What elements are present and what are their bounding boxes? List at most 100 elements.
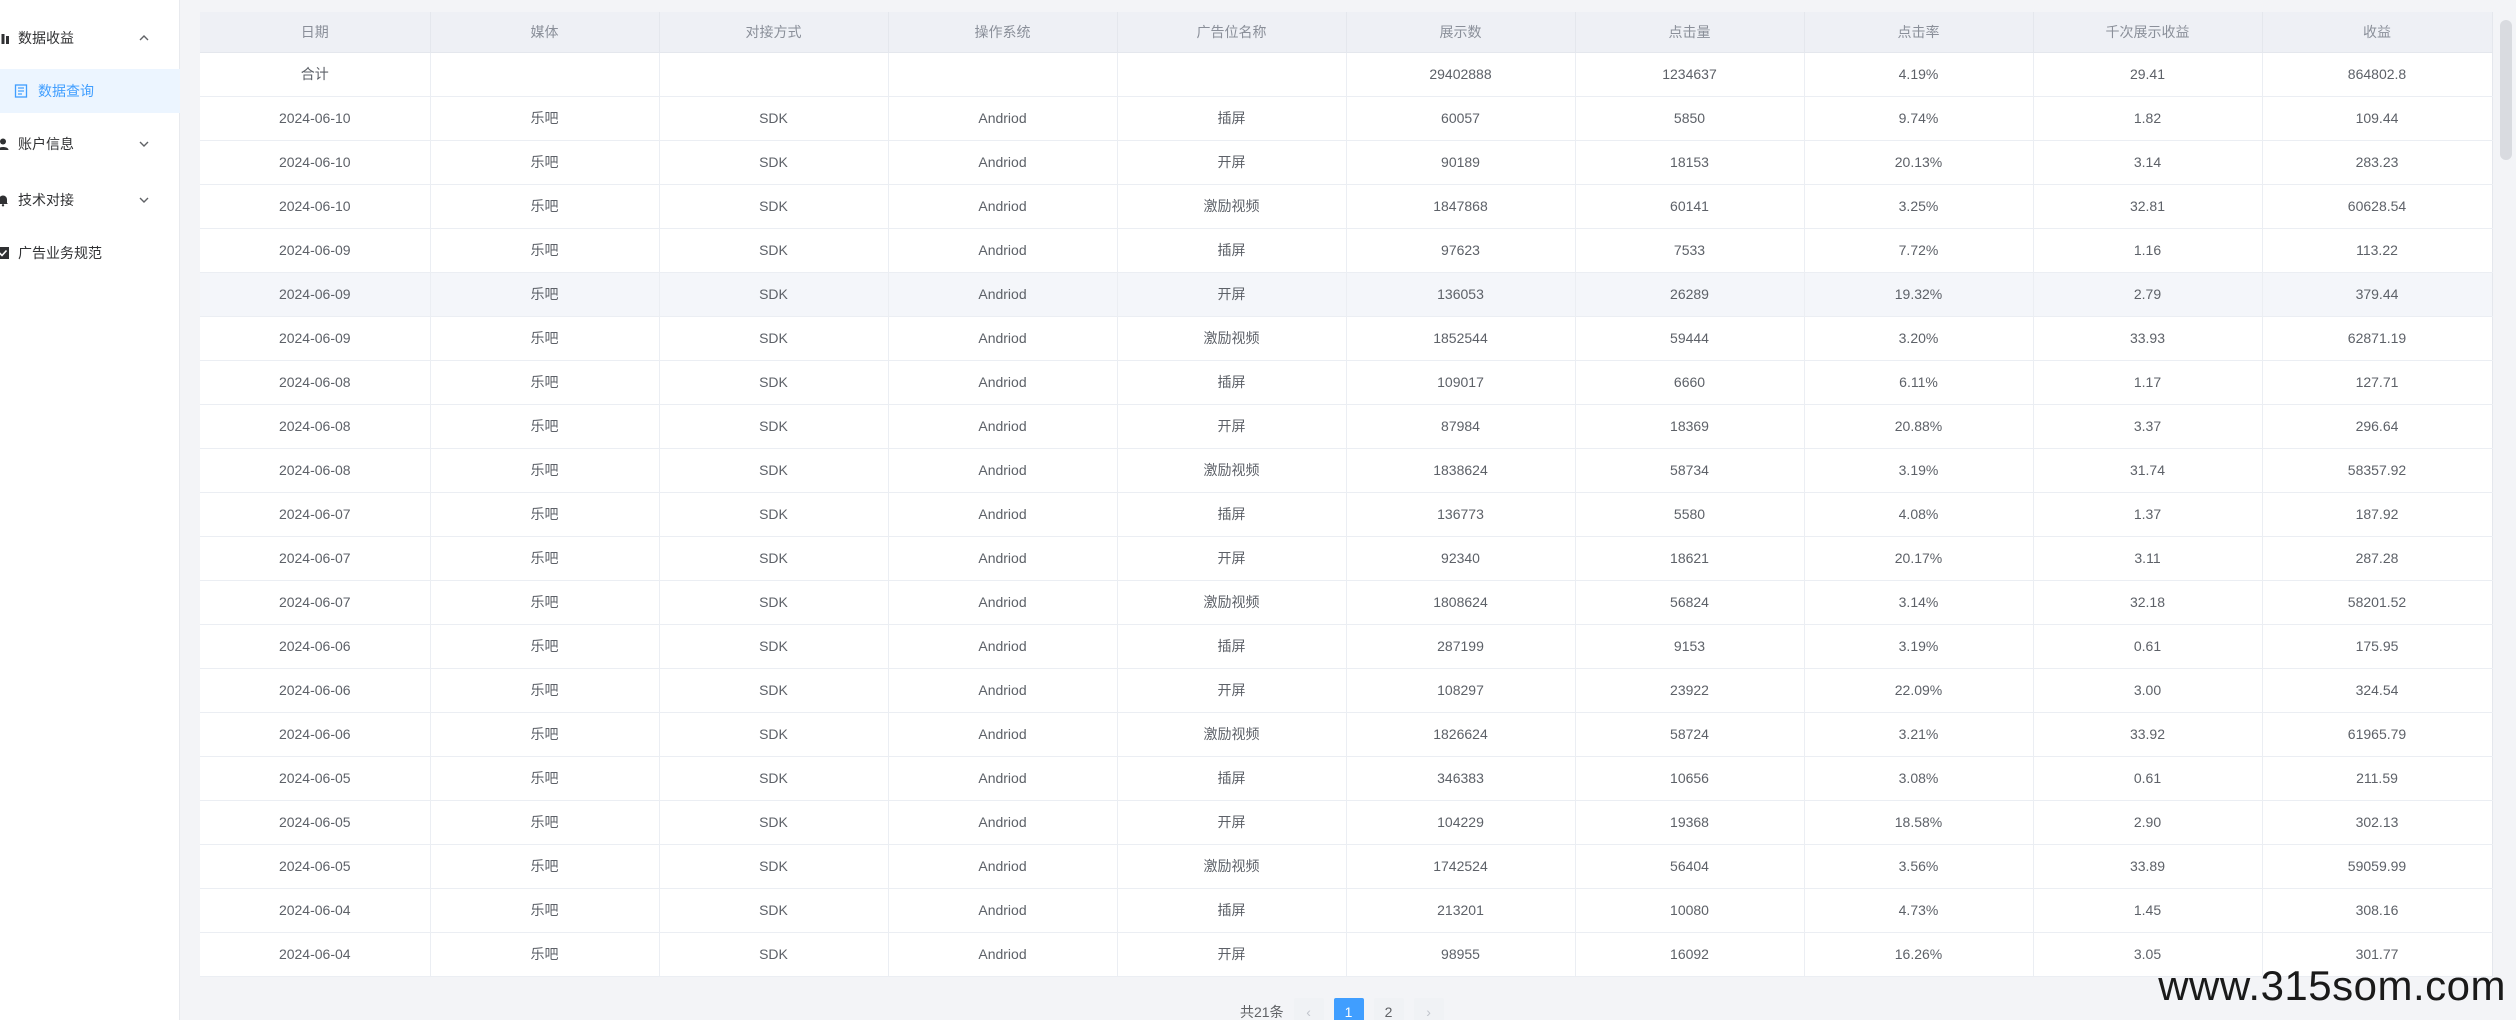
prev-page-button[interactable]: ‹ bbox=[1293, 998, 1324, 1020]
table-cell: 1742524 bbox=[1346, 844, 1576, 889]
table-row[interactable]: 2024-06-06 乐吧 SDK Andriod 开屏 108297 23922 22.09… bbox=[200, 668, 2493, 713]
table-row[interactable]: 2024-06-07 乐吧 SDK Andriod 插屏 136773 5580 4.08% 1… bbox=[200, 492, 2493, 537]
table-row[interactable]: 2024-06-04 乐吧 SDK Andriod 开屏 98955 16092 16.26%… bbox=[200, 932, 2493, 977]
table-row[interactable]: 2024-06-09 乐吧 SDK Andriod 开屏 136053 26289 19.32… bbox=[200, 272, 2493, 317]
table-row[interactable]: 2024-06-07 乐吧 SDK Andriod 激励视频 1808624 56824 3.… bbox=[200, 580, 2493, 625]
table-cell: 插屏 bbox=[1117, 756, 1347, 801]
chevron-down-icon bbox=[139, 141, 149, 147]
table-cell: Andriod bbox=[888, 184, 1118, 229]
sidebar-item-label: 数据查询 bbox=[38, 83, 94, 99]
table-cell: 3.08% bbox=[1804, 756, 2034, 801]
column-header[interactable]: 广告位名称 bbox=[1117, 12, 1347, 53]
table-row[interactable]: 2024-06-08 乐吧 SDK Andriod 激励视频 1838624 58734 3.… bbox=[200, 448, 2493, 493]
table-cell: 2024-06-06 bbox=[200, 624, 431, 669]
pagination-total: 共21条 bbox=[1240, 1004, 1284, 1020]
table-cell: 2024-06-10 bbox=[200, 96, 431, 141]
sidebar-group-account[interactable]: 账户信息 bbox=[0, 124, 180, 164]
table-cell: 乐吧 bbox=[430, 932, 660, 977]
table-cell: Andriod bbox=[888, 756, 1118, 801]
table-cell: SDK bbox=[659, 932, 889, 977]
table-cell: 308.16 bbox=[2262, 888, 2493, 933]
table-row[interactable]: 2024-06-07 乐吧 SDK Andriod 开屏 92340 18621 20.17%… bbox=[200, 536, 2493, 581]
sidebar-group-tech[interactable]: 技术对接 bbox=[0, 180, 180, 220]
sidebar-item-data-query[interactable]: 数据查询 bbox=[0, 69, 180, 113]
table-cell: Andriod bbox=[888, 668, 1118, 713]
table-row[interactable]: 2024-06-06 乐吧 SDK Andriod 激励视频 1826624 58724 3.… bbox=[200, 712, 2493, 757]
table-cell: 58357.92 bbox=[2262, 448, 2493, 493]
bell-icon bbox=[0, 193, 10, 207]
table-cell: 2024-06-08 bbox=[200, 404, 431, 449]
table-cell: 19.32% bbox=[1804, 272, 2034, 317]
table-row[interactable]: 2024-06-05 乐吧 SDK Andriod 插屏 346383 10656 3.08%… bbox=[200, 756, 2493, 801]
table-cell: 3.14% bbox=[1804, 580, 2034, 625]
table-cell: 2024-06-04 bbox=[200, 888, 431, 933]
table-row[interactable]: 2024-06-05 乐吧 SDK Andriod 激励视频 1742524 56404 3.… bbox=[200, 844, 2493, 889]
table-cell: 插屏 bbox=[1117, 624, 1347, 669]
chevron-up-icon bbox=[139, 35, 149, 41]
column-header[interactable]: 千次展示收益 bbox=[2033, 12, 2263, 53]
table-cell: 激励视频 bbox=[1117, 712, 1347, 757]
table-cell: 187.92 bbox=[2262, 492, 2493, 537]
table-cell: 2024-06-09 bbox=[200, 316, 431, 361]
table-cell: Andriod bbox=[888, 404, 1118, 449]
scrollbar-thumb[interactable] bbox=[2500, 20, 2512, 160]
table-cell: 1234637 bbox=[1575, 52, 1805, 97]
table-cell: 3.11 bbox=[2033, 536, 2263, 581]
column-header[interactable]: 操作系统 bbox=[888, 12, 1118, 53]
table-cell: Andriod bbox=[888, 492, 1118, 537]
table-cell: 20.17% bbox=[1804, 536, 2034, 581]
table-cell: SDK bbox=[659, 316, 889, 361]
table-cell: 58201.52 bbox=[2262, 580, 2493, 625]
column-header[interactable]: 媒体 bbox=[430, 12, 660, 53]
table-cell: 2024-06-09 bbox=[200, 272, 431, 317]
column-header[interactable]: 日期 bbox=[200, 12, 431, 53]
user-icon bbox=[0, 137, 10, 151]
table-cell: SDK bbox=[659, 712, 889, 757]
table-cell: 379.44 bbox=[2262, 272, 2493, 317]
column-header[interactable]: 对接方式 bbox=[659, 12, 889, 53]
sidebar-group-ad-policy[interactable]: 广告业务规范 bbox=[0, 233, 180, 273]
scrollbar[interactable] bbox=[2496, 0, 2516, 1020]
column-header[interactable]: 收益 bbox=[2262, 12, 2493, 53]
table-row[interactable]: 2024-06-10 乐吧 SDK Andriod 激励视频 1847868 60141 3.… bbox=[200, 184, 2493, 229]
table-cell: SDK bbox=[659, 624, 889, 669]
table-cell: 乐吧 bbox=[430, 140, 660, 185]
column-header[interactable]: 点击量 bbox=[1575, 12, 1805, 53]
table-cell: 18153 bbox=[1575, 140, 1805, 185]
table-row[interactable]: 2024-06-04 乐吧 SDK Andriod 插屏 213201 10080 4.73%… bbox=[200, 888, 2493, 933]
table-cell: 2.90 bbox=[2033, 800, 2263, 845]
table-cell: 乐吧 bbox=[430, 668, 660, 713]
table-cell: 3.37 bbox=[2033, 404, 2263, 449]
page-button-2[interactable]: 2 bbox=[1373, 998, 1404, 1020]
table-row[interactable]: 2024-06-08 乐吧 SDK Andriod 插屏 109017 6660 6.11% 1… bbox=[200, 360, 2493, 405]
page-button-1[interactable]: 1 bbox=[1333, 998, 1364, 1020]
table-cell: 6.11% bbox=[1804, 360, 2034, 405]
table-cell: 乐吧 bbox=[430, 448, 660, 493]
next-page-button[interactable]: › bbox=[1413, 998, 1444, 1020]
table-row[interactable]: 2024-06-06 乐吧 SDK Andriod 插屏 287199 9153 3.19% 0… bbox=[200, 624, 2493, 669]
table-cell: 乐吧 bbox=[430, 800, 660, 845]
table-cell: 1826624 bbox=[1346, 712, 1576, 757]
table-cell: SDK bbox=[659, 448, 889, 493]
table-cell: Andriod bbox=[888, 888, 1118, 933]
table-cell: 20.13% bbox=[1804, 140, 2034, 185]
table-row[interactable]: 2024-06-09 乐吧 SDK Andriod 激励视频 1852544 59444 3.… bbox=[200, 316, 2493, 361]
table-cell: 5580 bbox=[1575, 492, 1805, 537]
table-cell: 20.88% bbox=[1804, 404, 2034, 449]
table-cell: 2024-06-09 bbox=[200, 228, 431, 273]
table-cell: 4.73% bbox=[1804, 888, 2034, 933]
column-header[interactable]: 点击率 bbox=[1804, 12, 2034, 53]
table-cell: 59059.99 bbox=[2262, 844, 2493, 889]
sidebar-group-revenue[interactable]: 数据收益 bbox=[0, 18, 180, 58]
table-row[interactable]: 2024-06-05 乐吧 SDK Andriod 开屏 104229 19368 18.58… bbox=[200, 800, 2493, 845]
column-header[interactable]: 展示数 bbox=[1346, 12, 1576, 53]
table-cell: 18621 bbox=[1575, 536, 1805, 581]
table-row[interactable]: 2024-06-10 乐吧 SDK Andriod 插屏 60057 5850 9.74% 1.… bbox=[200, 96, 2493, 141]
table-row[interactable]: 2024-06-10 乐吧 SDK Andriod 开屏 90189 18153 20.13%… bbox=[200, 140, 2493, 185]
table-cell: 324.54 bbox=[2262, 668, 2493, 713]
table-cell: 开屏 bbox=[1117, 668, 1347, 713]
table-cell: 98955 bbox=[1346, 932, 1576, 977]
table-body: 合计 29402888 1234637 4.19% 29.41 864802.8 2024-… bbox=[200, 52, 2493, 977]
table-row[interactable]: 2024-06-09 乐吧 SDK Andriod 插屏 97623 7533 7.72% 1.… bbox=[200, 228, 2493, 273]
table-row[interactable]: 2024-06-08 乐吧 SDK Andriod 开屏 87984 18369 20.88%… bbox=[200, 404, 2493, 449]
